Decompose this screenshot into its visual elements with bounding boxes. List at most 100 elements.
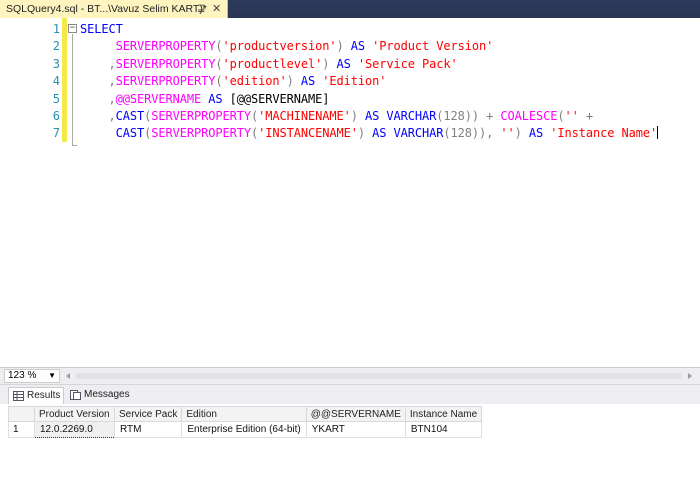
table-cell[interactable]: RTM xyxy=(113,421,183,438)
code-token: , xyxy=(108,56,116,71)
scroll-right-icon xyxy=(688,373,692,379)
document-tab-title: SQLQuery4.sql - BT...\Vavuz Selim KART)* xyxy=(6,3,207,15)
close-icon[interactable]: ✕ xyxy=(212,0,221,18)
code-line[interactable]: SERVERPROPERTY('productversion') AS 'Pro… xyxy=(80,39,494,54)
tab-results-label: Results xyxy=(27,390,61,401)
code-line[interactable]: SELECT xyxy=(80,22,123,36)
table-cell[interactable]: 12.0.2269.0 xyxy=(34,421,115,438)
code-token: '' xyxy=(564,109,579,123)
code-line[interactable]: CAST(SERVERPROPERTY('INSTANCENAME') AS V… xyxy=(80,126,659,141)
code-token: VARCHAR xyxy=(386,109,437,123)
column-header[interactable]: Product Version xyxy=(34,406,115,422)
code-token: SERVERPROPERTY xyxy=(115,74,216,89)
line-number: 6 xyxy=(52,109,60,123)
code-token: @@SERVERNAME xyxy=(115,91,202,106)
scroll-left-icon xyxy=(66,373,70,379)
results-tab-bar: Results Messages xyxy=(0,384,700,405)
code-token: 'edition' xyxy=(222,74,287,89)
code-token: AS xyxy=(521,126,551,141)
line-number: 7 xyxy=(52,126,60,141)
horizontal-scrollbar[interactable] xyxy=(64,372,694,380)
code-token: ) xyxy=(357,126,365,141)
code-token: AS xyxy=(201,91,230,106)
table-cell[interactable]: YKART xyxy=(305,421,406,438)
chevron-down-icon: ▼ xyxy=(48,371,56,380)
text-caret xyxy=(657,126,659,140)
table-cell[interactable]: Enterprise Edition (64-bit) xyxy=(181,421,307,438)
change-indicator-bar xyxy=(62,18,67,142)
code-token: , xyxy=(108,74,116,89)
code-token: VARCHAR xyxy=(393,126,444,141)
grid-icon xyxy=(13,391,24,401)
code-line[interactable]: ,CAST(SERVERPROPERTY('MACHINENAME') AS V… xyxy=(80,109,594,123)
code-token: ( xyxy=(215,39,223,54)
code-token: SELECT xyxy=(80,22,123,36)
collapse-icon[interactable]: − xyxy=(68,24,77,33)
code-token: SERVERPROPERTY xyxy=(151,109,251,123)
code-token: SERVERPROPERTY xyxy=(115,56,216,71)
line-number: 5 xyxy=(52,91,60,106)
code-token: 'MACHINENAME' xyxy=(258,109,351,123)
zoom-value: 123 % xyxy=(8,370,37,381)
table-row[interactable]: 1 12.0.2269.0 RTM Enterprise Edition (64-bi… xyxy=(8,421,483,438)
code-token: 'Edition' xyxy=(322,74,387,89)
code-token: (128)), xyxy=(443,126,494,141)
code-token: ( xyxy=(557,109,565,123)
code-token: ) xyxy=(286,74,294,89)
code-token: ) xyxy=(336,39,344,54)
code-token: AS xyxy=(329,56,358,71)
pin-icon[interactable]: ⊒ xyxy=(197,0,205,18)
fold-guide xyxy=(72,34,73,146)
tab-results[interactable]: Results xyxy=(8,387,64,405)
code-token: SERVERPROPERTY xyxy=(115,39,216,54)
line-number: 2 xyxy=(52,39,60,54)
code-token: 'productlevel' xyxy=(222,56,323,71)
column-header[interactable]: Instance Name xyxy=(404,406,483,422)
document-tab-bar: SQLQuery4.sql - BT...\Vavuz Selim KART)*… xyxy=(0,0,700,18)
table-cell[interactable]: BTN104 xyxy=(404,421,483,438)
code-token: AS xyxy=(293,74,323,89)
tab-messages[interactable]: Messages xyxy=(66,387,132,405)
code-line[interactable]: ,SERVERPROPERTY('edition') AS 'Edition' xyxy=(80,74,387,89)
code-token: 'Instance Name' xyxy=(550,126,658,141)
code-token: AS xyxy=(357,109,387,123)
code-token: ( xyxy=(215,56,223,71)
code-token: , xyxy=(108,109,116,123)
line-number: 4 xyxy=(52,74,60,89)
line-number: 1 xyxy=(52,22,60,36)
line-number-gutter: 1 2 3 4 5 6 7 xyxy=(0,18,62,367)
code-token: ) xyxy=(514,126,522,141)
code-line[interactable]: ,SERVERPROPERTY('productlevel') AS 'Serv… xyxy=(80,57,458,71)
code-token: 'INSTANCENAME' xyxy=(258,126,358,141)
code-token: + xyxy=(578,109,593,123)
row-number[interactable]: 1 xyxy=(8,421,35,438)
code-token: (128)) xyxy=(436,109,479,123)
results-table: Product Version Service Pack Edition @@SERV… xyxy=(8,406,483,438)
column-header[interactable]: Edition xyxy=(181,406,307,422)
code-token: COALESCE xyxy=(500,109,558,123)
column-header[interactable]: Service Pack xyxy=(113,406,183,422)
line-number: 3 xyxy=(52,56,60,71)
code-token: AS xyxy=(365,126,394,141)
fold-guide-end xyxy=(72,145,77,146)
query-editor[interactable]: 1234567 − SELECT SERVERPROPERTY('product… xyxy=(0,18,700,367)
messages-icon xyxy=(70,390,81,400)
code-token: CAST xyxy=(115,109,145,123)
document-tab[interactable]: SQLQuery4.sql - BT...\Vavuz Selim KART)*… xyxy=(0,0,228,18)
code-token: ( xyxy=(215,74,223,89)
tab-messages-label: Messages xyxy=(84,389,130,400)
results-grid[interactable]: Product Version Service Pack Edition @@SERV… xyxy=(0,404,700,477)
code-token: 'Service Pack' xyxy=(357,56,458,71)
code-token: , xyxy=(108,91,116,106)
code-token: SERVERPROPERTY xyxy=(151,126,251,141)
code-line[interactable]: ,@@SERVERNAME AS [@@SERVERNAME] xyxy=(80,91,330,106)
code-token: 'Product Version' xyxy=(372,39,494,54)
column-header[interactable]: @@SERVERNAME xyxy=(305,406,406,422)
zoom-dropdown[interactable]: 123 % ▼ xyxy=(4,369,60,383)
